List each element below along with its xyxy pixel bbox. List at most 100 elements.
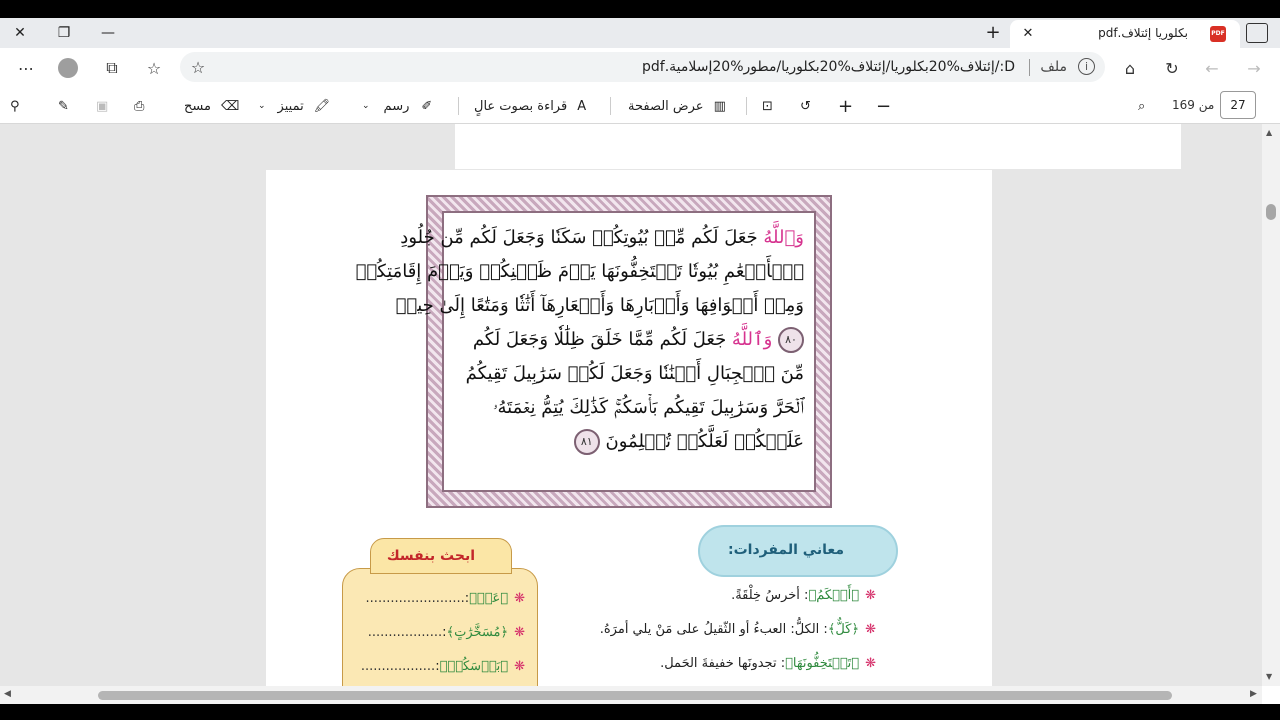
window-close-button[interactable]: ✕ xyxy=(0,20,40,46)
read-aloud-button[interactable]: قراءة بصوت عالٍ A xyxy=(474,92,586,120)
save-icon: ▣ xyxy=(96,98,109,114)
forward-button[interactable]: → xyxy=(1238,52,1270,84)
research-box: ❋﴿عَبۡ﴾:........................ ❋﴿مُسَخ… xyxy=(342,568,538,686)
pen-icon: ✐ xyxy=(421,98,433,114)
flower-bullet-icon: ❋ xyxy=(865,588,876,603)
vocab-word: ﴿كَلٌّ﴾ xyxy=(827,622,860,637)
avatar xyxy=(58,58,78,78)
scroll-down-arrow-icon[interactable]: ▼ xyxy=(1266,672,1272,681)
scroll-up-arrow-icon[interactable]: ▲ xyxy=(1266,128,1272,137)
ayah-line: مِّنَ ٱلۡجِبَالِ أَكۡنَٰنٗا وَجَعَلَ لَك… xyxy=(454,357,804,391)
info-icon[interactable]: i xyxy=(1078,58,1095,75)
divine-name: وَٱللَّهُ xyxy=(731,329,773,350)
flower-bullet-icon: ❋ xyxy=(514,591,525,606)
research-word: ﴿مُسَخَّرَٰتٍ﴾ xyxy=(446,625,509,640)
zoom-in-button[interactable]: + xyxy=(838,92,853,120)
vocab-word: ﴿تَسۡتَخِفُّونَهَا﴾ xyxy=(785,656,860,671)
pin-icon: ⚲ xyxy=(10,98,20,114)
refresh-button[interactable]: ↻ xyxy=(1156,52,1188,84)
fit-page-button[interactable]: ⊡ xyxy=(762,92,773,120)
new-tab-button[interactable]: + xyxy=(980,21,1006,47)
pdf-icon: PDF xyxy=(1210,26,1226,42)
home-button[interactable]: ⌂ xyxy=(1114,52,1146,84)
draw-label: رسم xyxy=(383,98,410,114)
add-favorite-icon[interactable]: ☆ xyxy=(182,51,214,83)
pdf-viewport[interactable]: وَٱللَّهُ جَعَلَ لَكُم مِّنۢ بُيُوتِكُمۡ… xyxy=(0,124,1262,686)
plus-icon: + xyxy=(838,95,854,117)
research-item: ❋﴿بَأۡسَكُمۡ﴾:.................. xyxy=(360,659,525,674)
ayah-line: وَٱللَّهُ جَعَلَ لَكُم مِّنۢ بُيُوتِكُمۡ… xyxy=(400,221,804,255)
title-bar: ✕ ❐ — + ✕ بكلوريا إئتلاف.pdf PDF xyxy=(0,18,1280,48)
ayah-line: عَلَيۡكُمۡ لَعَلَّكُمۡ تُسۡلِمُونَ ٨١ xyxy=(454,425,804,459)
highlight-button[interactable]: ⌄ تمييز 🖍 xyxy=(258,92,330,120)
page-view-label: عرض الصفحة xyxy=(628,98,704,114)
edit-note-icon: ✎ xyxy=(58,98,69,114)
favorites-button[interactable]: ☆ xyxy=(138,52,170,84)
highlighter-icon: 🖍 xyxy=(313,98,331,114)
ayah-line: ٱلۡأَنۡعَٰمِ بُيُوتٗا تَسۡتَخِفُّونَهَا … xyxy=(356,255,804,289)
collections-button[interactable]: ⧉ xyxy=(96,52,128,84)
ayah-text: ٱلۡأَنۡعَٰمِ بُيُوتٗا تَسۡتَخِفُّونَهَا … xyxy=(355,261,804,282)
browser-tab[interactable]: ✕ بكلوريا إئتلاف.pdf PDF xyxy=(1010,20,1240,48)
window-minimize-button[interactable]: — xyxy=(88,20,128,46)
vocab-heading-cloud: معاني المفردات: xyxy=(698,525,898,577)
print-button[interactable]: ⎙ xyxy=(134,92,144,120)
tab-close-button[interactable]: ✕ xyxy=(1018,24,1038,44)
ayah-line: ٨٠ وَٱللَّهُ جَعَلَ لَكُم مِّمَّا خَلَقَ… xyxy=(454,323,804,357)
url-text: D:/إئتلاف%20بكلوريا/إئتلاف%20بكلوريا/مطو… xyxy=(642,59,1015,75)
divine-name: وَٱللَّهُ xyxy=(763,227,804,248)
print-icon: ⎙ xyxy=(134,98,145,114)
back-button[interactable]: ← xyxy=(1196,52,1228,84)
tab-actions-button[interactable] xyxy=(1246,23,1268,43)
answer-blank: ........................ xyxy=(365,591,465,606)
answer-blank: .................. xyxy=(367,625,443,640)
research-heading-tab: ابحث بنفسك xyxy=(370,538,512,574)
erase-button[interactable]: مسح ⌫ xyxy=(184,92,239,120)
horizontal-scrollbar[interactable]: ◀ ▶ xyxy=(0,686,1262,704)
eraser-icon: ⌫ xyxy=(220,98,240,114)
scroll-right-arrow-icon[interactable]: ▶ xyxy=(1250,689,1257,699)
page-view-button[interactable]: عرض الصفحة ▥ xyxy=(628,92,726,120)
refresh-icon: ↻ xyxy=(1165,58,1179,78)
more-menu-button[interactable]: ⋯ xyxy=(10,52,42,84)
arrow-right-icon: → xyxy=(1247,58,1261,78)
file-label: ملف xyxy=(1040,59,1067,75)
vocab-meaning: : الكلُّ: العبءُ أو الثّقيلُ على مَنْ يل… xyxy=(599,622,828,637)
toolbar-separator xyxy=(746,97,747,115)
page-number-input[interactable]: 27 xyxy=(1220,91,1256,119)
address-bar[interactable]: ☆ D:/إئتلاف%20بكلوريا/إئتلاف%20بكلوريا/م… xyxy=(180,52,1105,82)
research-item: ❋﴿مُسَخَّرَٰتٍ﴾:.................. xyxy=(367,625,525,640)
ayah-text: جَعَلَ لَكُم مِّنۢ بُيُوتِكُمۡ سَكَنٗا و… xyxy=(400,227,764,248)
highlight-label: تمييز xyxy=(277,98,304,114)
vertical-scrollbar[interactable]: ▲ ▼ xyxy=(1262,124,1280,686)
vocab-item: ❋ ﴿كَلٌّ﴾: الكلُّ: العبءُ أو الثّقيلُ على… xyxy=(516,622,876,637)
close-icon: ✕ xyxy=(14,25,26,41)
tab-title: بكلوريا إئتلاف.pdf xyxy=(1098,26,1188,40)
answer-blank: .................. xyxy=(360,659,436,674)
flower-bullet-icon: ❋ xyxy=(865,622,876,637)
add-text-button[interactable]: ✎ xyxy=(58,92,69,120)
horizontal-scroll-thumb[interactable] xyxy=(98,691,1172,700)
research-word: ﴿بَأۡسَكُمۡ﴾ xyxy=(439,659,509,674)
scroll-left-arrow-icon[interactable]: ◀ xyxy=(4,689,11,699)
draw-button[interactable]: ⌄ رسم ✐ xyxy=(362,92,432,120)
read-aloud-label: قراءة بصوت عالٍ xyxy=(474,98,568,114)
vertical-scroll-thumb[interactable] xyxy=(1266,204,1276,220)
flower-bullet-icon: ❋ xyxy=(514,625,525,640)
home-icon: ⌂ xyxy=(1124,58,1136,78)
address-bar-row: ⋯ ⧉ ☆ ☆ D:/إئتلاف%20بكلوريا/إئتلاف%20بكل… xyxy=(0,48,1280,88)
ayah-number-marker: ٨٠ xyxy=(778,327,804,353)
rotate-button[interactable]: ↺ xyxy=(800,92,811,120)
restore-icon: ❐ xyxy=(57,25,71,41)
pin-toolbar-button[interactable]: ⚲ xyxy=(10,92,20,120)
browser-window: ✕ ❐ — + ✕ بكلوريا إئتلاف.pdf PDF ⋯ ⧉ ☆ ☆… xyxy=(0,18,1280,704)
window-restore-button[interactable]: ❐ xyxy=(44,20,84,46)
zoom-out-button[interactable]: − xyxy=(876,92,891,120)
minus-icon: − xyxy=(876,95,892,117)
profile-button[interactable] xyxy=(52,52,84,84)
flower-bullet-icon: ❋ xyxy=(514,659,525,674)
search-button[interactable]: ⌕ xyxy=(1138,92,1145,120)
page-view-icon: ▥ xyxy=(713,98,726,114)
research-heading: ابحث بنفسك xyxy=(386,548,475,564)
save-button[interactable]: ▣ xyxy=(96,92,108,120)
